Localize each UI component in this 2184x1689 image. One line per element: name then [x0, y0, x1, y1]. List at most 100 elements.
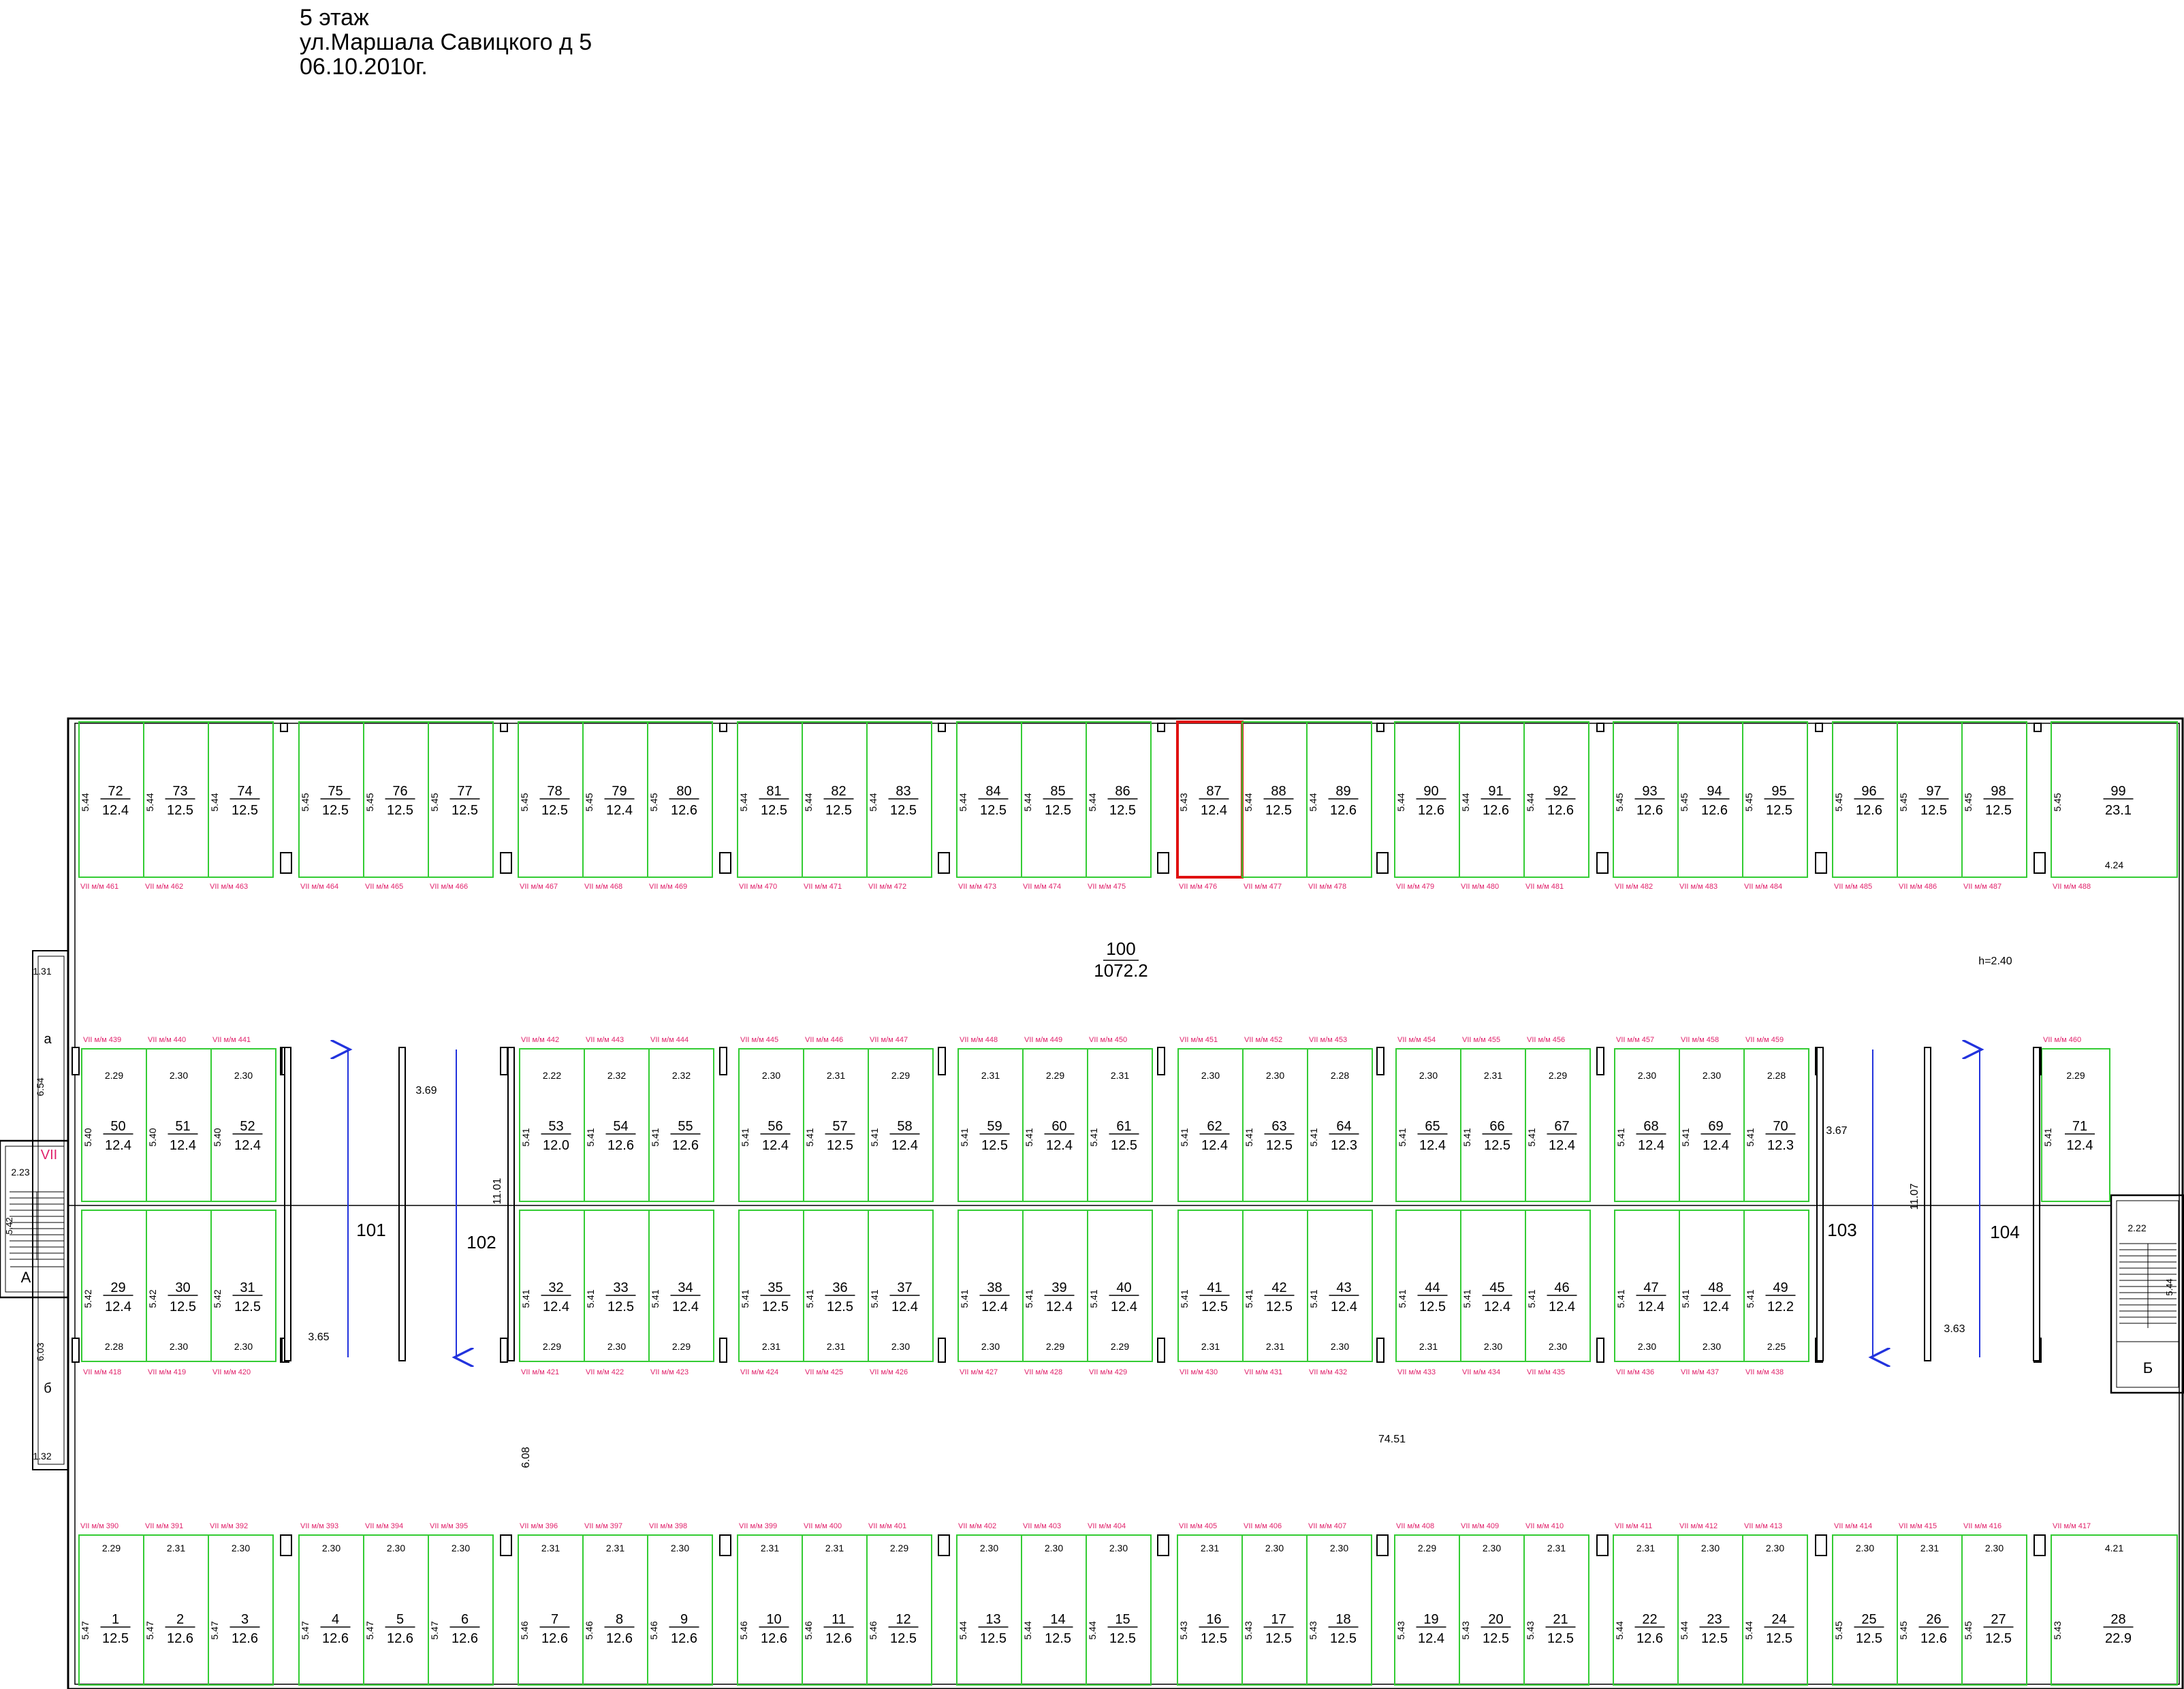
cell-tag: VII м/м 467 [520, 883, 558, 891]
cell-length: 5.47 [364, 1621, 375, 1639]
cell-number: 38 [987, 1280, 1002, 1295]
cell-tag: VII м/м 412 [1679, 1522, 1718, 1530]
cell-area: 12.6 [1330, 803, 1357, 818]
dim-11-01: 11.01 [492, 1178, 503, 1204]
cell-area: 12.4 [543, 1299, 569, 1314]
cell-number: 59 [987, 1119, 1002, 1134]
cell-number: 93 [1642, 784, 1657, 799]
parking-cell-75: 75 12.5 5.45 VII м/м 464 [298, 721, 364, 891]
cell-number: 7 [551, 1612, 558, 1627]
cell-length: 5.45 [1614, 793, 1625, 811]
parking-cell-41: 41 12.5 5.41 2.31 VII м/м 430 [1177, 1210, 1244, 1376]
dim-3-65: 3.65 [308, 1331, 329, 1343]
cell-area: 12.6 [1418, 803, 1444, 818]
cell-width: 2.29 [2066, 1070, 2085, 1081]
cell-tag: VII м/м 475 [1088, 883, 1126, 891]
cell-area: 12.5 [102, 1631, 129, 1646]
cell-area: 12.6 [1483, 803, 1509, 818]
cell-length: 5.41 [1680, 1289, 1691, 1308]
cell-tag: VII м/м 403 [1023, 1522, 1061, 1530]
cell-number: 81 [766, 784, 781, 799]
cell-length: 5.41 [1615, 1128, 1626, 1146]
cell-area: 12.5 [827, 1299, 853, 1314]
parking-cell-5: 5 12.6 5.47 2.30 VII м/м 394 [363, 1522, 429, 1686]
cell-width: 2.22 [543, 1070, 561, 1081]
cell-tag: VII м/м 419 [148, 1368, 186, 1376]
cell-length: 5.45 [2052, 793, 2063, 811]
cell-number: 15 [1115, 1612, 1130, 1627]
cell-tag: VII м/м 446 [805, 1036, 843, 1044]
parking-cell-57: 57 12.5 5.41 2.31 VII м/м 446 [803, 1036, 869, 1202]
cell-width: 4.24 [2105, 859, 2123, 870]
cell-length: 5.46 [519, 1621, 530, 1639]
room-103: 103 [1827, 1220, 1856, 1240]
cell-tag: VII м/м 462 [145, 883, 183, 891]
cell-area: 12.4 [1484, 1299, 1510, 1314]
cell-length: 5.44 [958, 1621, 968, 1639]
cell-number: 61 [1116, 1119, 1131, 1134]
cell-area: 12.6 [167, 1631, 193, 1646]
cell-tag: VII м/м 400 [804, 1522, 842, 1530]
parking-cell-18: 18 12.5 5.43 2.30 VII м/м 407 [1306, 1522, 1372, 1686]
cell-area: 12.6 [671, 803, 697, 818]
cell-length: 5.45 [364, 793, 375, 811]
cell-number: 56 [767, 1119, 782, 1134]
cell-number: 65 [1425, 1119, 1440, 1134]
cell-tag: VII м/м 398 [649, 1522, 687, 1530]
cell-area: 12.6 [1920, 1631, 1947, 1646]
cell-length: 5.47 [429, 1621, 440, 1639]
cell-number: 17 [1271, 1612, 1286, 1627]
cell-width: 2.29 [1046, 1341, 1064, 1352]
ceiling-height: h=2.40 [1978, 956, 2012, 967]
cell-width: 2.31 [1419, 1341, 1438, 1352]
cell-area: 12.5 [322, 803, 349, 818]
cell-width: 2.31 [1111, 1070, 1129, 1081]
cell-length: 5.41 [1526, 1289, 1537, 1308]
parking-cell-30: 30 12.5 5.42 2.30 VII м/м 419 [146, 1210, 212, 1376]
parking-cell-54: 54 12.6 5.41 2.32 VII м/м 443 [584, 1036, 650, 1202]
cell-area: 12.5 [1985, 1631, 2012, 1646]
cell-area: 12.5 [980, 1631, 1007, 1646]
cell-length: 5.40 [82, 1128, 93, 1146]
left-stair-treads [10, 1191, 64, 1260]
cell-width: 2.31 [1201, 1543, 1219, 1553]
cell-tag: VII м/м 437 [1681, 1368, 1719, 1376]
cell-length: 5.45 [1833, 793, 1844, 811]
parking-cell-7: 7 12.6 5.46 2.31 VII м/м 396 [518, 1522, 584, 1686]
cell-number: 21 [1553, 1612, 1568, 1627]
cell-width: 2.29 [1111, 1341, 1129, 1352]
stair-left-letter: А [21, 1269, 31, 1286]
cell-number: 89 [1335, 784, 1350, 799]
parking-cell-88: 88 12.5 5.44 VII м/м 477 [1241, 721, 1308, 891]
parking-cell-26: 26 12.6 5.45 2.31 VII м/м 415 [1897, 1522, 1963, 1686]
cell-tag: VII м/м 394 [365, 1522, 403, 1530]
cell-tag: VII м/м 455 [1462, 1036, 1500, 1044]
cell-area: 12.5 [890, 803, 917, 818]
parking-cell-42: 42 12.5 5.41 2.31 VII м/м 431 [1242, 1210, 1308, 1376]
cell-number: 55 [678, 1119, 693, 1134]
cell-number: 57 [832, 1119, 847, 1134]
parking-cell-14: 14 12.5 5.44 2.30 VII м/м 403 [1021, 1522, 1087, 1686]
cell-area: 12.0 [543, 1138, 569, 1153]
cell-length: 5.43 [1525, 1621, 1536, 1639]
cell-tag: VII м/м 460 [2043, 1036, 2081, 1044]
cell-length: 5.41 [585, 1128, 596, 1146]
cell-area: 12.4 [2067, 1138, 2093, 1153]
parking-cell-16: 16 12.5 5.43 2.31 VII м/м 405 [1177, 1522, 1243, 1686]
cell-length: 5.41 [1680, 1128, 1691, 1146]
cell-length: 5.44 [1460, 793, 1471, 811]
parking-cell-76: 76 12.5 5.45 VII м/м 465 [363, 721, 429, 891]
cell-width: 2.29 [543, 1341, 561, 1352]
cell-length: 5.43 [1178, 1621, 1189, 1639]
cell-area: 12.5 [607, 1299, 634, 1314]
cell-area: 12.3 [1331, 1138, 1357, 1153]
cell-length: 5.47 [209, 1621, 220, 1639]
cell-area: 12.6 [1636, 1631, 1663, 1646]
parking-cell-68: 68 12.4 5.41 2.30 VII м/м 457 [1614, 1036, 1680, 1202]
stair-right-dim: 2.22 [2127, 1222, 2146, 1233]
cell-area: 12.5 [1766, 803, 1792, 818]
cell-width: 2.30 [234, 1341, 253, 1352]
cell-tag: VII м/м 474 [1023, 883, 1061, 891]
cell-area: 12.4 [1638, 1138, 1664, 1153]
stair-left-dim2: 5.42 [4, 1217, 14, 1234]
